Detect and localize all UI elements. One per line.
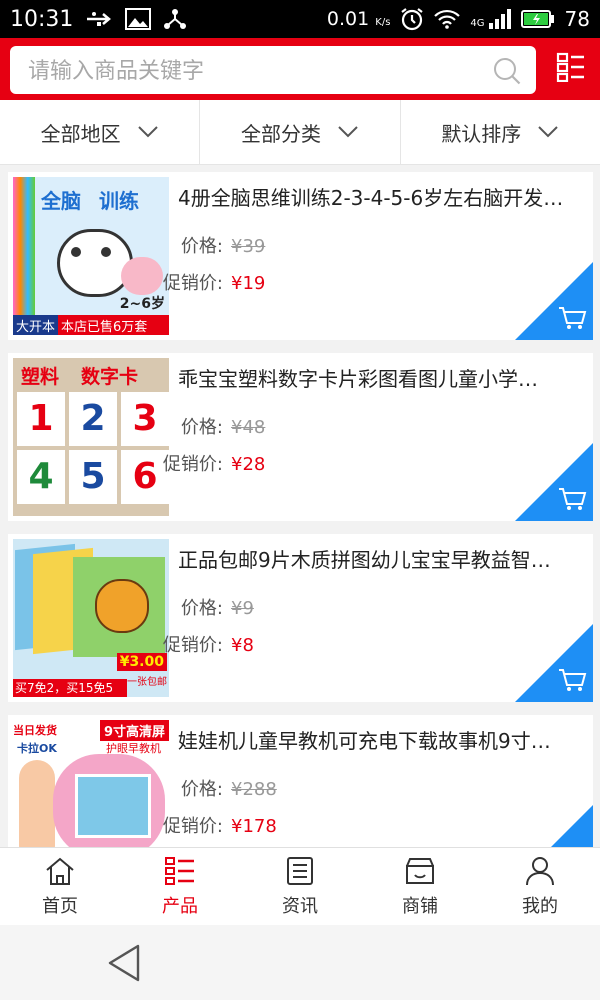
home-icon (46, 857, 74, 885)
promo-price: ¥8 (231, 635, 254, 656)
promo-price: ¥19 (231, 273, 266, 294)
digit-card: 5 (69, 450, 117, 504)
news-icon (287, 857, 313, 885)
digit-card: 4 (17, 450, 65, 504)
tab-home-label: 首页 (42, 896, 78, 917)
chevron-down-icon (137, 126, 158, 138)
add-to-cart-button[interactable] (515, 805, 593, 847)
product-title[interactable]: 娃娃机儿童早教机可充电下载故事机9寸… (178, 725, 586, 754)
add-to-cart-button[interactable] (515, 443, 593, 521)
status-time: 10:31 (10, 6, 74, 32)
user-icon (526, 857, 554, 886)
price-row: 价格: ¥9 (138, 594, 254, 620)
promo-row: 促销价: ¥19 (138, 269, 265, 295)
product-title[interactable]: 正品包邮9片木质拼图幼儿宝宝早教益智… (178, 544, 586, 573)
back-icon[interactable] (106, 943, 142, 983)
usb-icon (87, 12, 112, 26)
network-unit: K/s (375, 17, 391, 28)
tab-products-label: 产品 (162, 896, 198, 917)
tab-news[interactable]: 资讯 (240, 848, 360, 926)
tab-shop-label: 商铺 (402, 896, 438, 917)
image-banner-left: 大开本 (13, 315, 59, 335)
search-input[interactable] (26, 46, 490, 96)
tab-products[interactable]: 产品 (120, 848, 240, 926)
add-to-cart-button[interactable] (515, 262, 593, 340)
category-menu-icon[interactable] (556, 52, 586, 82)
image-banner-right: 本店已售6万套 (58, 315, 169, 335)
digit-card: 1 (17, 392, 65, 446)
image-headline: 全脑 训练 (41, 189, 139, 213)
price-label: 价格: (180, 598, 223, 619)
price-label: 价格: (180, 236, 223, 257)
promo-label: 促销价: (162, 454, 223, 475)
image-sub-left: 卡拉OK (17, 742, 57, 755)
bottom-tab-bar: 首页 产品 资讯 商铺 我的 (0, 847, 600, 926)
product-list[interactable]: 全脑 训练 2~6岁 大开本 本店已售6万套 4册全脑思维训练2-3-4-5-6岁… (0, 172, 600, 847)
signal-icon (488, 9, 511, 29)
tab-shop[interactable]: 商铺 (360, 848, 480, 926)
filter-sort-label: 默认排序 (441, 121, 522, 146)
share-icon (164, 9, 187, 29)
promo-label: 促销价: (162, 816, 223, 837)
price-label: 价格: (180, 417, 223, 438)
product-card[interactable]: 塑料 数字卡 1 2 3 4 5 6 乖宝宝塑料数字卡片彩图看图儿童小学… 价格… (8, 353, 593, 521)
original-price: ¥9 (231, 598, 254, 619)
filter-sort[interactable]: 默认排序 (401, 100, 600, 164)
image-tag-left: 塑料 (21, 366, 60, 388)
digit-card: 2 (69, 392, 117, 446)
battery-level: 78 (564, 7, 590, 31)
image-banner: 买7免2，买15免5 (13, 679, 127, 697)
image-age: 2~6岁 (119, 296, 165, 312)
promo-row: 促销价: ¥28 (138, 450, 265, 476)
shop-icon (406, 858, 434, 884)
network-speed: 0.01 (326, 8, 370, 30)
price-label: 价格: (180, 779, 223, 800)
image-tag-right: 数字卡 (81, 366, 139, 388)
filter-category[interactable]: 全部分类 (200, 100, 401, 164)
promo-price: ¥28 (231, 454, 266, 475)
promo-label: 促销价: (162, 273, 223, 294)
filter-category-label: 全部分类 (240, 121, 321, 146)
product-card[interactable]: 全脑 训练 2~6岁 大开本 本店已售6万套 4册全脑思维训练2-3-4-5-6岁… (8, 172, 593, 340)
product-card[interactable]: 当日发货 9寸高清屏 卡拉OK 护眼早教机 娃娃机儿童早教机可充电下载故事机9寸… (8, 715, 593, 847)
promo-label: 促销价: (162, 635, 223, 656)
tab-news-label: 资讯 (282, 896, 318, 917)
original-price: ¥39 (231, 236, 266, 257)
battery-icon (520, 10, 554, 28)
wifi-icon (434, 9, 461, 29)
status-bar: 10:31 0.01 K/s 4G 78 (0, 0, 600, 38)
price-row: 价格: ¥288 (138, 775, 277, 801)
promo-row: 促销价: ¥8 (138, 631, 254, 657)
signal-indicator: 4G (470, 9, 511, 29)
filter-region[interactable]: 全部地区 (0, 100, 201, 164)
tab-profile-label: 我的 (522, 896, 558, 917)
promo-price: ¥178 (231, 816, 277, 837)
alarm-icon (401, 8, 424, 31)
tab-profile[interactable]: 我的 (480, 848, 600, 926)
add-to-cart-button[interactable] (515, 624, 593, 702)
chevron-down-icon (338, 126, 358, 138)
image-icon (125, 8, 152, 30)
product-list-icon (165, 857, 194, 885)
product-card[interactable]: ¥3.00 一张包邮 买7免2，买15免5 正品包邮9片木质拼图幼儿宝宝早教益智… (8, 534, 593, 702)
original-price: ¥48 (231, 417, 266, 438)
search-icon[interactable] (492, 56, 522, 86)
chevron-down-icon (538, 126, 559, 138)
image-price-note: 一张包邮 (127, 677, 167, 688)
tab-home[interactable]: 首页 (0, 848, 120, 926)
signal-type: 4G (470, 18, 485, 29)
product-title[interactable]: 乖宝宝塑料数字卡片彩图看图儿童小学… (178, 363, 586, 392)
price-row: 价格: ¥39 (138, 232, 265, 258)
system-navigation-bar (0, 925, 600, 1000)
filter-region-label: 全部地区 (40, 121, 121, 146)
filter-bar: 全部地区 全部分类 默认排序 (0, 100, 600, 165)
original-price: ¥288 (231, 779, 277, 800)
price-row: 价格: ¥48 (138, 413, 265, 439)
product-title[interactable]: 4册全脑思维训练2-3-4-5-6岁左右脑开发… (178, 182, 586, 211)
image-top-left: 当日发货 (13, 724, 57, 737)
promo-row: 促销价: ¥178 (138, 812, 277, 838)
image-top-right: 9寸高清屏 (99, 720, 169, 741)
search-box[interactable] (10, 46, 536, 96)
header-bar (0, 38, 600, 100)
